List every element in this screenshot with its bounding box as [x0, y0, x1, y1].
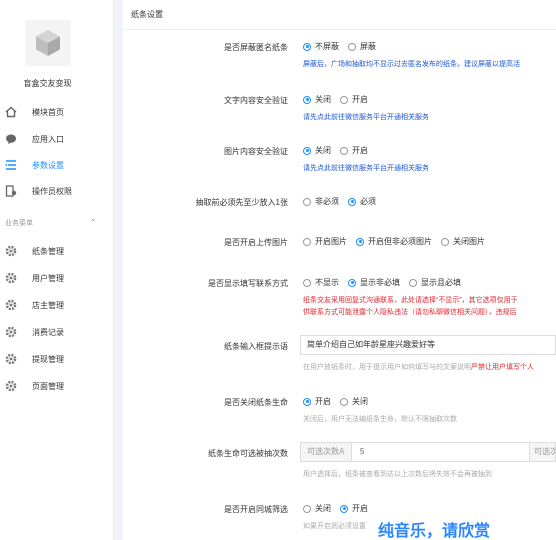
- gear-icon: [5, 353, 17, 365]
- app-logo: [25, 20, 71, 66]
- img-check-service-link[interactable]: 请先点此前往微信服务平台开通相关服务: [303, 163, 429, 173]
- sidebar-item-label: 提现管理: [32, 354, 64, 364]
- lifespan-radio-group: 开启 关闭: [303, 396, 377, 407]
- img-check-label: 图片内容安全验证: [224, 147, 288, 156]
- cube-icon: [36, 30, 60, 56]
- menu-group-title: 业务菜单: [5, 220, 33, 227]
- text-check-service-link[interactable]: 请先点此前往微信服务平台开通相关服务: [303, 112, 429, 122]
- input-tip-hint: 在用户放纸条时，用于提示用户如何填写与的文案说明严禁让用户填写个人: [303, 364, 534, 371]
- upload-img-label: 是否开启上传图片: [224, 238, 288, 247]
- img-check-on-radio[interactable]: 开启: [340, 145, 368, 156]
- sidebar-item-withdraw[interactable]: 提现管理: [0, 349, 114, 369]
- settings-card: 纸条设置 是否屏蔽匿名纸条 不屏蔽 屏蔽 屏蔽后，广场和抽取均不显示过去匿名发布…: [123, 0, 556, 540]
- sidebar-item-shop-owners[interactable]: 店主管理: [0, 295, 114, 315]
- must-put-radio-group: 非必须 必须: [303, 196, 385, 207]
- same-city-label: 是否开启同城筛选: [224, 505, 288, 514]
- draw-times-suffix: 可选次: [530, 442, 556, 462]
- chevron-down-icon[interactable]: ⌄: [90, 214, 97, 223]
- contact-label: 是否显示填写联系方式: [208, 279, 288, 288]
- img-check-radio-group: 关闭 开启: [303, 145, 377, 156]
- sidebar-item-pages[interactable]: 页面管理: [0, 376, 114, 396]
- lifespan-hint: 关闭后，用户无法编纸条生命，默认不限抽取次数: [303, 416, 457, 423]
- sidebar-item-label: 操作员权限: [32, 186, 72, 196]
- lifespan-off-radio[interactable]: 关闭: [340, 396, 368, 407]
- home-icon: [5, 106, 17, 118]
- sidebar-item-label: 店主管理: [32, 300, 64, 310]
- sidebar-item-consumption[interactable]: 消费记录: [0, 322, 114, 342]
- input-tip-field[interactable]: 简单介绍自己如年龄星座兴趣爱好等: [300, 335, 556, 355]
- gear-icon: [5, 326, 17, 338]
- upload-img-optional-radio[interactable]: 开启但非必须图片: [356, 236, 432, 247]
- contact-optional-radio[interactable]: 显示非必填: [348, 277, 400, 288]
- app-name: 盲盒交友变现: [23, 79, 72, 88]
- sidebar-item-home[interactable]: 模块首页: [0, 102, 114, 122]
- gear-icon: [5, 272, 17, 284]
- text-check-label: 文字内容安全验证: [224, 96, 288, 105]
- draw-times-hint: 用户选择后，纸条被查看到达以上次数后将失效不会再被抽到: [303, 471, 492, 478]
- draw-times-label: 纸条生命可选被抽次数: [208, 449, 288, 458]
- same-city-on-radio[interactable]: 开启: [340, 503, 368, 514]
- main-content: 纸条设置 是否屏蔽匿名纸条 不屏蔽 屏蔽 屏蔽后，广场和抽取均不显示过去匿名发布…: [114, 0, 556, 540]
- shield-anon-label: 是否屏蔽匿名纸条: [224, 43, 288, 52]
- sidebar-item-label: 纸条管理: [32, 246, 64, 256]
- must-put-required-radio[interactable]: 必须: [348, 196, 376, 207]
- sidebar-item-app-entry[interactable]: 应用入口: [0, 129, 114, 149]
- lifespan-label: 是否关闭纸条生命: [224, 398, 288, 407]
- sidebar-item-operators[interactable]: 操作员权限: [0, 181, 114, 201]
- shield-anon-on-radio[interactable]: 屏蔽: [348, 41, 376, 52]
- same-city-off-radio[interactable]: 关闭: [303, 503, 331, 514]
- input-tip-label: 纸条输入框提示语: [224, 342, 288, 351]
- list-settings-icon: [5, 159, 17, 171]
- gear-icon: [5, 380, 17, 392]
- shield-anon-off-radio[interactable]: 不屏蔽: [303, 41, 339, 52]
- user-shield-icon: [5, 185, 17, 197]
- upload-img-on-radio[interactable]: 开启图片: [303, 236, 347, 247]
- upload-img-radio-group: 开启图片 开启但非必须图片 关闭图片: [303, 236, 494, 247]
- gear-icon: [5, 245, 17, 257]
- video-caption-watermark: 纯音乐，请欣赏: [378, 521, 491, 540]
- sidebar-item-label: 用户管理: [32, 273, 64, 283]
- text-check-on-radio[interactable]: 开启: [340, 94, 368, 105]
- sidebar: 盲盒交友变现 模块首页 应用入口 参数设置 操作员权限 业务菜单 ⌄ 纸条管理: [0, 0, 114, 540]
- same-city-radio-group: 关闭 开启: [303, 503, 377, 514]
- img-check-off-radio[interactable]: 关闭: [303, 145, 331, 156]
- draw-times-input[interactable]: 5: [352, 442, 530, 462]
- sidebar-item-users[interactable]: 用户管理: [0, 268, 114, 288]
- lifespan-on-radio[interactable]: 开启: [303, 396, 331, 407]
- shield-anon-radio-group: 不屏蔽 屏蔽: [303, 41, 385, 52]
- text-check-off-radio[interactable]: 关闭: [303, 94, 331, 105]
- gear-icon: [5, 299, 17, 311]
- section-title: 纸条设置: [123, 0, 556, 30]
- shield-anon-hint: 屏蔽后，广场和抽取均不显示过去匿名发布的纸条。建议屏蔽以提高活: [303, 61, 520, 68]
- must-put-label: 抽取前必须先至少放入1张: [195, 198, 288, 207]
- sidebar-item-label: 消费记录: [32, 327, 64, 337]
- text-check-radio-group: 关闭 开启: [303, 94, 377, 105]
- same-city-hint: 如果开启则必须设置: [303, 523, 366, 530]
- contact-required-radio[interactable]: 显示且必填: [409, 277, 461, 288]
- sidebar-item-params[interactable]: 参数设置: [0, 155, 114, 175]
- contact-warning-2: 供联系方式可能泄露个人隐私违法（请勿私聊微信相关问题），违规后: [303, 309, 517, 316]
- chat-bubble-icon: [5, 133, 17, 145]
- sidebar-item-label: 页面管理: [32, 381, 64, 391]
- sidebar-item-label: 应用入口: [32, 134, 64, 144]
- contact-hide-radio[interactable]: 不显示: [303, 277, 339, 288]
- upload-img-off-radio[interactable]: 关闭图片: [441, 236, 485, 247]
- contact-warning-1: 纸条交友采用回复式沟通联系，此处请选择“不显示”，其它选项仅用于: [303, 297, 518, 304]
- draw-times-prefix: 可选次数A: [300, 442, 352, 462]
- sidebar-item-notes[interactable]: 纸条管理: [0, 241, 114, 261]
- sidebar-item-label: 参数设置: [32, 160, 64, 170]
- sidebar-item-label: 模块首页: [32, 107, 64, 117]
- contact-radio-group: 不显示 显示非必填 显示且必填: [303, 277, 470, 288]
- must-put-optional-radio[interactable]: 非必须: [303, 196, 339, 207]
